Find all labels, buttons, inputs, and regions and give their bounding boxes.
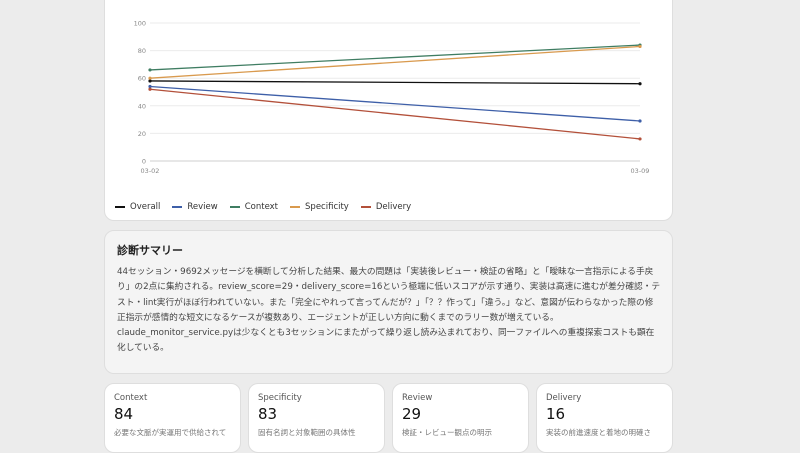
- data-point-review: [148, 84, 152, 89]
- chart-legend: Overall Review Context Specificity Delivery: [115, 202, 411, 212]
- metric-card-delivery: Delivery 16 実装の前進速度と着地の明確さ: [536, 383, 673, 453]
- data-point-context: [148, 68, 152, 72]
- metric-value: 16: [546, 405, 566, 423]
- data-point-review: [638, 119, 642, 123]
- metric-label: Context: [114, 393, 148, 403]
- metric-card-specificity: Specificity 83 固有名詞と対象範囲の具体性: [248, 383, 385, 453]
- legend-label: Overall: [130, 202, 161, 212]
- legend-item-overall: Overall: [115, 202, 160, 212]
- y-tick-label: 40: [138, 102, 146, 110]
- metric-label: Review: [402, 393, 433, 403]
- metric-label: Specificity: [258, 393, 302, 403]
- legend-item-specificity: Specificity: [290, 202, 349, 212]
- legend-swatch: [290, 206, 301, 208]
- score-trend-chart-card: 0 20 40 60 80 100 03-02 03-09 Overall Review Cont…: [104, 0, 673, 221]
- data-point-overall: [638, 82, 642, 86]
- metric-value: 83: [258, 405, 278, 423]
- x-tick-label: 03-09: [631, 167, 650, 175]
- y-tick-label: 100: [134, 20, 146, 28]
- legend-label: Review: [187, 202, 218, 212]
- legend-item-review: Review: [172, 202, 218, 212]
- metric-label: Delivery: [546, 393, 582, 403]
- y-tick-label: 20: [138, 130, 146, 138]
- legend-item-context: Context: [229, 202, 279, 212]
- series-line-context: [149, 44, 641, 71]
- metric-card-context: Context 84 必要な文脈が実運用で供給されて: [104, 383, 241, 453]
- x-tick-label: 03-02: [141, 167, 160, 175]
- y-tick-label: 60: [138, 75, 146, 83]
- y-tick-label: 80: [138, 47, 146, 55]
- data-point-specificity: [148, 76, 152, 80]
- data-point-delivery: [638, 137, 642, 141]
- summary-body: 44セッション・9692メッセージを横断して分析した結果、最大の問題は「実装後レ…: [117, 267, 661, 354]
- legend-label: Specificity: [305, 202, 349, 212]
- legend-item-delivery: Delivery: [360, 202, 412, 212]
- y-tick-label: 0: [142, 158, 146, 166]
- data-point-delivery: [148, 87, 152, 91]
- legend-swatch: [115, 206, 125, 208]
- metric-value: 84: [114, 405, 134, 423]
- legend-swatch: [172, 206, 183, 208]
- summary-title: 診断サマリー: [117, 244, 183, 257]
- series-line-review: [149, 85, 641, 122]
- diagnosis-summary-card: 診断サマリー 44セッション・9692メッセージを横断して分析した結果、最大の問…: [104, 230, 673, 374]
- legend-swatch: [360, 206, 371, 208]
- metric-card-review: Review 29 検証・レビュー観点の明示: [392, 383, 529, 453]
- legend-label: Context: [244, 202, 279, 212]
- legend-swatch: [229, 206, 240, 208]
- score-trend-chart: 0 20 40 60 80 100 03-02 03-09: [134, 20, 650, 176]
- data-point-specificity: [638, 44, 642, 49]
- metric-value: 29: [402, 405, 422, 423]
- series-line-specificity: [149, 45, 641, 79]
- series-line-delivery: [149, 88, 641, 140]
- data-point-overall: [148, 79, 152, 83]
- series-line-overall: [149, 80, 641, 85]
- legend-label: Delivery: [375, 202, 412, 212]
